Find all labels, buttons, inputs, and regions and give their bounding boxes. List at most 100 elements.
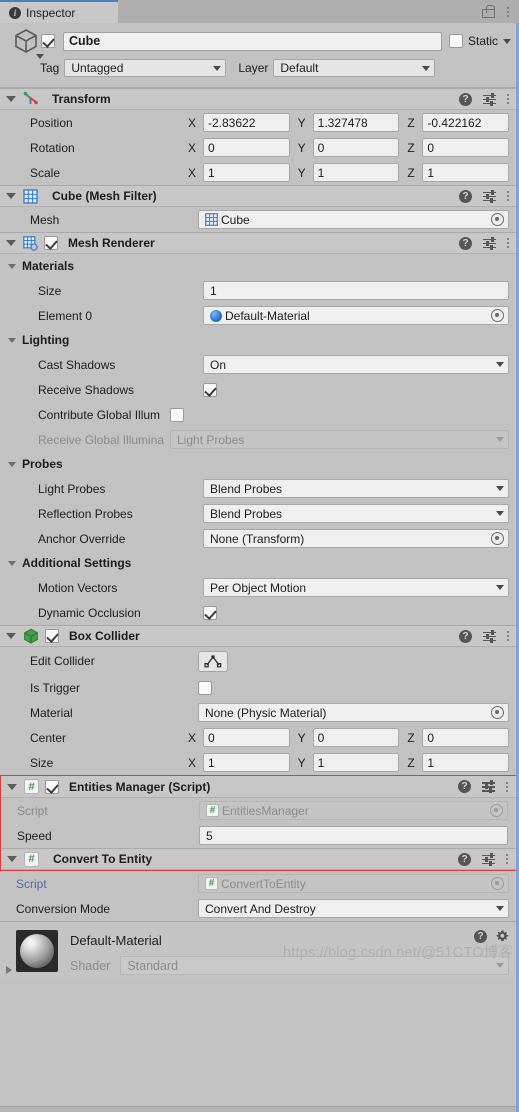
speed-input[interactable]: 5 — [199, 826, 508, 845]
entities-manager-enabled-checkbox[interactable] — [45, 779, 59, 794]
dynamic-occlusion-checkbox[interactable] — [203, 605, 217, 620]
component-header-transform[interactable]: Transform ? — [0, 88, 519, 110]
conversion-mode-dropdown[interactable]: Convert And Destroy — [198, 899, 509, 918]
row-label: Element 0 — [38, 308, 93, 323]
element-0-object-field[interactable]: Default-Material — [203, 306, 509, 325]
inspector-tabbar: i Inspector — [0, 0, 519, 23]
size-z-input[interactable]: 1 — [422, 753, 510, 772]
help-icon[interactable]: ? — [459, 236, 472, 250]
scale-y-input[interactable]: 1 — [312, 163, 400, 182]
component-header-box-collider[interactable]: Box Collider ? — [0, 625, 519, 647]
row-conversion-mode: Conversion Mode Convert And Destroy — [0, 896, 519, 921]
materials-size-input[interactable]: 1 — [203, 281, 509, 300]
row-label[interactable]: Script — [8, 877, 198, 891]
gear-icon[interactable] — [496, 930, 509, 943]
foldout-arrow-icon[interactable] — [8, 263, 16, 269]
mesh-renderer-enabled-checkbox[interactable] — [44, 236, 58, 250]
foldout-arrow-icon[interactable] — [8, 337, 16, 343]
static-checkbox[interactable] — [448, 34, 463, 48]
static-chevron-down-icon[interactable] — [503, 38, 511, 44]
kebab-menu-icon[interactable] — [507, 191, 509, 201]
position-x-input[interactable]: -2.83622 — [203, 113, 290, 132]
preset-icon[interactable] — [483, 236, 496, 250]
kebab-menu-icon[interactable] — [507, 94, 509, 104]
receive-shadows-checkbox[interactable] — [203, 382, 217, 397]
edit-collider-button[interactable] — [198, 650, 228, 672]
preset-icon[interactable] — [483, 189, 496, 203]
motion-vectors-dropdown[interactable]: Per Object Motion — [203, 578, 509, 597]
kebab-menu-icon[interactable] — [507, 238, 509, 248]
foldout-arrow-icon[interactable] — [6, 96, 16, 102]
foldout-arrow-icon[interactable] — [8, 560, 16, 566]
reflection-probes-dropdown[interactable]: Blend Probes — [203, 504, 509, 523]
row-label: Scale — [30, 165, 61, 180]
tab-inspector[interactable]: i Inspector — [0, 0, 118, 23]
preset-icon[interactable] — [483, 629, 496, 643]
kebab-menu-icon[interactable] — [506, 854, 508, 864]
foldout-arrow-icon[interactable] — [8, 461, 16, 467]
component-header-entities-manager[interactable]: # Entities Manager (Script) ? — [1, 776, 518, 798]
kebab-menu-icon[interactable] — [506, 781, 508, 792]
size-x-input[interactable]: 1 — [203, 753, 290, 772]
motion-vectors-value: Per Object Motion — [210, 580, 307, 595]
foldout-arrow-icon[interactable] — [7, 783, 17, 790]
static-control[interactable]: Static — [448, 34, 511, 48]
preset-icon[interactable] — [482, 780, 495, 793]
help-icon[interactable]: ? — [458, 780, 471, 793]
help-icon[interactable]: ? — [459, 92, 472, 106]
group-additional-settings[interactable]: Additional Settings — [0, 551, 519, 575]
position-z-input[interactable]: -0.422162 — [422, 113, 510, 132]
group-probes[interactable]: Probes — [0, 452, 519, 476]
chevron-down-icon — [496, 437, 504, 442]
is-trigger-checkbox[interactable] — [198, 680, 212, 695]
mesh-object-field[interactable]: Cube — [198, 210, 509, 229]
foldout-arrow-icon[interactable] — [6, 240, 16, 246]
tag-dropdown[interactable]: Untagged — [64, 59, 227, 77]
physic-material-object-field[interactable]: None (Physic Material) — [198, 703, 509, 722]
anchor-override-object-field[interactable]: None (Transform) — [203, 529, 509, 548]
kebab-menu-icon[interactable] — [507, 631, 509, 641]
position-y-input[interactable]: 1.327478 — [312, 113, 400, 132]
kebab-menu-icon[interactable] — [507, 6, 509, 17]
scale-x-input[interactable]: 1 — [203, 163, 290, 182]
scale-z-input[interactable]: 1 — [422, 163, 510, 182]
row-label: Size — [38, 283, 62, 298]
object-picker-icon[interactable] — [491, 532, 504, 545]
rotation-z-input[interactable]: 0 — [422, 138, 510, 157]
help-icon[interactable]: ? — [474, 930, 487, 943]
box-collider-enabled-checkbox[interactable] — [45, 629, 59, 643]
chevron-down-icon — [496, 585, 504, 590]
rotation-x-input[interactable]: 0 — [203, 138, 290, 157]
gameobject-enabled-checkbox[interactable] — [41, 34, 55, 48]
object-picker-icon[interactable] — [491, 706, 504, 719]
help-icon[interactable]: ? — [459, 629, 472, 643]
preset-icon[interactable] — [482, 852, 495, 866]
center-y-input[interactable]: 0 — [312, 728, 400, 747]
foldout-arrow-icon[interactable] — [6, 193, 16, 199]
lock-icon[interactable] — [482, 5, 495, 18]
object-picker-icon[interactable] — [491, 309, 504, 322]
gameobject-name-input[interactable]: Cube — [63, 31, 442, 51]
cast-shadows-dropdown[interactable]: On — [203, 355, 509, 374]
help-icon[interactable]: ? — [458, 852, 471, 866]
foldout-arrow-icon[interactable] — [6, 633, 16, 639]
center-z-input[interactable]: 0 — [422, 728, 510, 747]
expand-arrow-icon[interactable] — [6, 966, 12, 974]
chevron-down-icon[interactable] — [36, 54, 44, 59]
rotation-y-input[interactable]: 0 — [312, 138, 400, 157]
preset-icon[interactable] — [483, 92, 496, 106]
layer-dropdown[interactable]: Default — [273, 59, 436, 77]
help-icon[interactable]: ? — [459, 189, 472, 203]
foldout-arrow-icon[interactable] — [7, 856, 17, 862]
center-x-input[interactable]: 0 — [203, 728, 290, 747]
component-header-mesh-filter[interactable]: Cube (Mesh Filter) ? — [0, 185, 519, 207]
shader-dropdown[interactable]: Standard — [120, 956, 509, 975]
group-lighting[interactable]: Lighting — [0, 328, 519, 352]
contribute-global-illumination-checkbox[interactable] — [170, 407, 184, 422]
object-picker-icon[interactable] — [491, 213, 504, 226]
size-y-input[interactable]: 1 — [312, 753, 400, 772]
group-materials[interactable]: Materials — [0, 254, 519, 278]
light-probes-dropdown[interactable]: Blend Probes — [203, 479, 509, 498]
component-header-mesh-renderer[interactable]: Mesh Renderer ? — [0, 232, 519, 254]
component-header-convert-to-entity[interactable]: # Convert To Entity ? — [1, 848, 518, 870]
